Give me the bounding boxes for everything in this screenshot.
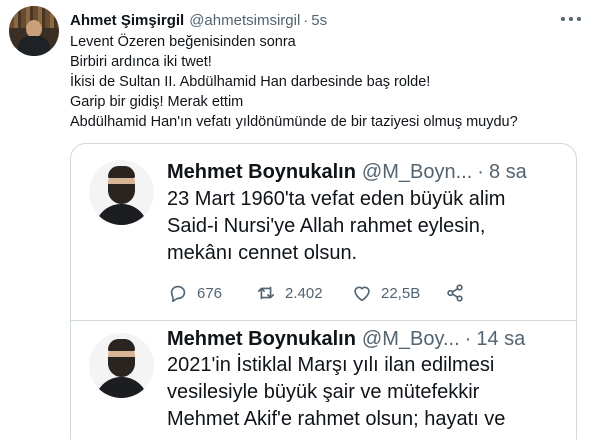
quoted-author-avatar[interactable] <box>89 160 154 225</box>
quoted-author-name[interactable]: Mehmet Boynukalın <box>167 161 356 184</box>
tweet-text-line: Birbiri ardınca iki twet! <box>70 54 212 70</box>
separator-dot: · <box>303 11 309 29</box>
author-name[interactable]: Ahmet Şimşirgil <box>70 12 184 29</box>
quoted-text-line: vesilesiyle büyük şair ve mütefekkir <box>167 381 480 403</box>
quoted-tweet-header: Mehmet Boynukalın @M_Boy... · 14 sa <box>167 326 525 352</box>
quoted-author-avatar[interactable] <box>89 333 154 398</box>
quoted-text-line: 23 Mart 1960'ta vefat eden büyük alim <box>167 188 506 210</box>
quoted-text-line: mekânı cennet olsun. <box>167 242 358 264</box>
tweet-text-line: Levent Özeren beğenisinden sonra <box>70 34 296 50</box>
tweet-header: Ahmet Şimşirgil @ahmetsimsirgil · 5s <box>70 10 327 30</box>
quoted-text-line: Said-i Nursi'ye Allah rahmet eylesin, <box>167 215 486 237</box>
quoted-tweet-header: Mehmet Boynukalın @M_Boyn... · 8 sa <box>167 159 527 185</box>
like-button[interactable]: 22,5B <box>351 281 420 305</box>
separator-dot: · <box>464 327 472 350</box>
quoted-tweet-actions: 676 2.402 22,5B <box>167 281 497 305</box>
tweet[interactable]: Ahmet Şimşirgil @ahmetsimsirgil · 5s Lev… <box>0 0 596 440</box>
reply-button[interactable]: 676 <box>167 281 222 305</box>
share-button[interactable] <box>444 281 466 305</box>
quoted-tweet-time[interactable]: 8 sa <box>489 161 527 184</box>
more-icon[interactable] <box>561 12 581 26</box>
tweet-text-line: Garip bir gidiş! Merak ettim <box>70 94 244 110</box>
heart-icon <box>354 286 370 302</box>
tweet-text: Levent Özeren beğenisinden sonra Birbiri… <box>70 32 585 132</box>
quoted-author-name[interactable]: Mehmet Boynukalın <box>167 328 356 351</box>
quoted-divider <box>71 320 576 321</box>
author-handle[interactable]: @ahmetsimsirgil <box>189 12 300 29</box>
reply-count: 676 <box>197 284 223 302</box>
retweet-icon <box>257 286 275 300</box>
tweet-text-line: İkisi de Sultan II. Abdülhamid Han darbe… <box>70 74 431 90</box>
quoted-tweets-card[interactable]: Mehmet Boynukalın @M_Boyn... · 8 sa 23 M… <box>70 143 577 440</box>
quoted-text-line: Mehmet Akif'e rahmet olsun; hayatı ve <box>167 408 506 430</box>
retweet-count: 2.402 <box>285 284 323 302</box>
author-avatar[interactable] <box>9 6 59 56</box>
share-icon <box>447 284 463 302</box>
quoted-tweet-text: 2021'in İstiklal Marşı yılı ilan edilmes… <box>167 352 567 433</box>
reply-icon <box>170 285 186 303</box>
like-count: 22,5B <box>381 284 421 302</box>
quoted-tweet-time[interactable]: 14 sa <box>476 328 525 351</box>
quoted-author-handle[interactable]: @M_Boy... <box>362 328 460 351</box>
retweet-button[interactable]: 2.402 <box>255 281 323 305</box>
quoted-text-line: 2021'in İstiklal Marşı yılı ilan edilmes… <box>167 354 495 376</box>
quoted-tweet-text: 23 Mart 1960'ta vefat eden büyük alim Sa… <box>167 186 567 267</box>
tweet-text-line: Abdülhamid Han'ın vefatı yıldönümünde de… <box>70 114 518 130</box>
separator-dot: · <box>477 160 484 183</box>
quoted-author-handle[interactable]: @M_Boyn... <box>362 161 472 184</box>
tweet-time[interactable]: 5s <box>311 12 327 29</box>
